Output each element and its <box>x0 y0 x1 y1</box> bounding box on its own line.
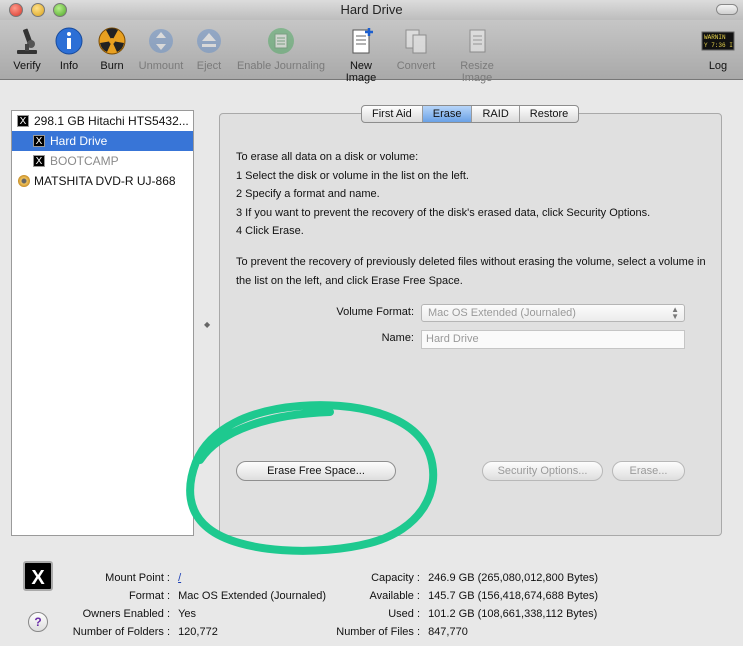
new-image-icon <box>352 28 373 54</box>
disk-info-bar: X ? Mount Point : / Format : Mac OS Exte… <box>0 556 743 646</box>
volume-item-label: Hard Drive <box>50 134 108 148</box>
microscope-icon <box>17 28 37 54</box>
convert-label: Convert <box>396 60 436 72</box>
zoom-window-button[interactable] <box>53 3 67 17</box>
available-row: Available : 145.7 GB (156,418,674,688 By… <box>0 590 598 602</box>
disk-item-hitachi[interactable]: X 298.1 GB Hitachi HTS5432... <box>12 111 193 131</box>
log-button[interactable]: WARNIN Y 7:36 I Log <box>699 26 737 72</box>
new-image-button[interactable]: New Image <box>334 26 388 84</box>
capacity-label: Capacity : <box>371 572 420 584</box>
verify-label: Verify <box>13 60 41 72</box>
files-value: 847,770 <box>428 626 468 638</box>
available-value: 145.7 GB (156,418,674,688 Bytes) <box>428 590 599 602</box>
verify-button[interactable]: Verify <box>10 26 44 72</box>
instructions-intro: To erase all data on a disk or volume: <box>236 151 419 163</box>
volume-item-bootcamp[interactable]: X BOOTCAMP <box>12 151 193 171</box>
resize-image-label: Resize Image <box>460 60 494 84</box>
erase-instructions: To erase all data on a disk or volume: 1… <box>236 148 706 241</box>
disk-item-dvd[interactable]: MATSHITA DVD-R UJ-868 <box>12 171 193 191</box>
toolbar-toggle-button[interactable] <box>716 4 738 15</box>
instruction-step: 1 Select the disk or volume in the list … <box>236 169 469 182</box>
tab-first-aid[interactable]: First Aid <box>362 106 422 122</box>
files-label: Number of Files : <box>336 626 420 638</box>
tab-bar: First Aid Erase RAID Restore <box>361 105 580 123</box>
log-label: Log <box>708 60 728 72</box>
instruction-step: 2 Specify a format and name. <box>236 188 380 200</box>
new-image-label: New Image <box>345 60 377 84</box>
eject-label: Eject <box>196 60 222 72</box>
volume-icon: X <box>33 135 45 147</box>
chevron-up-down-icon: ▲ ▼ <box>671 305 679 321</box>
disk-list[interactable]: X 298.1 GB Hitachi HTS5432... X Hard Dri… <box>11 110 194 536</box>
disk-item-label: MATSHITA DVD-R UJ-868 <box>34 174 176 188</box>
volume-item-hard-drive[interactable]: X Hard Drive <box>12 131 193 151</box>
enable-journaling-label: Enable Journaling <box>236 60 326 72</box>
enable-journaling-button[interactable]: Enable Journaling <box>234 26 328 72</box>
instruction-step: 4 Click Erase. <box>236 225 304 237</box>
minimize-window-button[interactable] <box>31 3 45 17</box>
log-screen-line-1: WARNIN <box>704 34 726 41</box>
erase-free-space-instructions: To prevent the recovery of previously de… <box>236 256 706 287</box>
resize-image-button[interactable]: Resize Image <box>445 26 509 84</box>
volume-icon: X <box>33 155 45 167</box>
capacity-value: 246.9 GB (265,080,012,800 Bytes) <box>428 572 599 584</box>
name-label: Name: <box>381 332 414 344</box>
info-label: Info <box>59 60 79 72</box>
journaling-icon <box>268 28 294 54</box>
volume-format-label: Volume Format: <box>336 306 414 318</box>
eject-button[interactable]: Eject <box>193 26 225 72</box>
instruction-step: 3 If you want to prevent the recovery of… <box>236 206 651 219</box>
volume-item-label: BOOTCAMP <box>50 154 119 168</box>
tab-restore[interactable]: Restore <box>518 106 579 122</box>
erase-button[interactable]: Erase... <box>612 461 685 481</box>
volume-format-select[interactable]: Mac OS Extended (Journaled) ▲ ▼ <box>421 304 685 322</box>
close-window-button[interactable] <box>9 3 23 17</box>
convert-icon <box>405 29 427 54</box>
unmount-icon <box>149 29 173 53</box>
capacity-row: Capacity : 246.9 GB (265,080,012,800 Byt… <box>0 572 598 584</box>
tab-erase[interactable]: Erase <box>421 106 472 122</box>
burn-icon <box>98 27 126 55</box>
title-bar: Hard Drive <box>0 0 743 20</box>
volume-format-value: Mac OS Extended (Journaled) <box>428 307 576 319</box>
convert-button[interactable]: Convert <box>395 26 437 72</box>
resize-image-icon <box>469 29 486 53</box>
security-options-button[interactable]: Security Options... <box>482 461 603 481</box>
burn-label: Burn <box>100 60 124 72</box>
unmount-label: Unmount <box>138 60 184 72</box>
log-icon: WARNIN Y 7:36 I <box>701 31 735 51</box>
unmount-button[interactable]: Unmount <box>136 26 186 72</box>
highlight-annotation <box>186 401 438 555</box>
available-label: Available : <box>369 590 420 602</box>
disk-icon: X <box>17 115 29 127</box>
files-row: Number of Files : 847,770 <box>0 626 468 638</box>
log-screen-line-2: Y 7:36 I <box>704 42 733 49</box>
used-row: Used : 101.2 GB (108,661,338,112 Bytes) <box>0 608 597 620</box>
disk-item-label: 298.1 GB Hitachi HTS5432... <box>34 114 189 128</box>
used-label: Used : <box>388 608 420 620</box>
optical-disc-icon <box>18 175 30 187</box>
window-title: Hard Drive <box>340 2 403 17</box>
eject-icon <box>197 29 221 53</box>
volume-name-field[interactable]: Hard Drive <box>421 330 685 349</box>
used-value: 101.2 GB (108,661,338,112 Bytes) <box>428 608 598 620</box>
tab-raid[interactable]: RAID <box>471 106 518 122</box>
burn-button[interactable]: Burn <box>96 26 128 72</box>
split-view-grip[interactable]: ◆ <box>204 320 210 329</box>
info-button[interactable]: Info <box>53 26 85 72</box>
toolbar: Verify Info Burn Unmount Eject Enable Jo… <box>0 20 743 84</box>
info-icon <box>55 27 83 55</box>
